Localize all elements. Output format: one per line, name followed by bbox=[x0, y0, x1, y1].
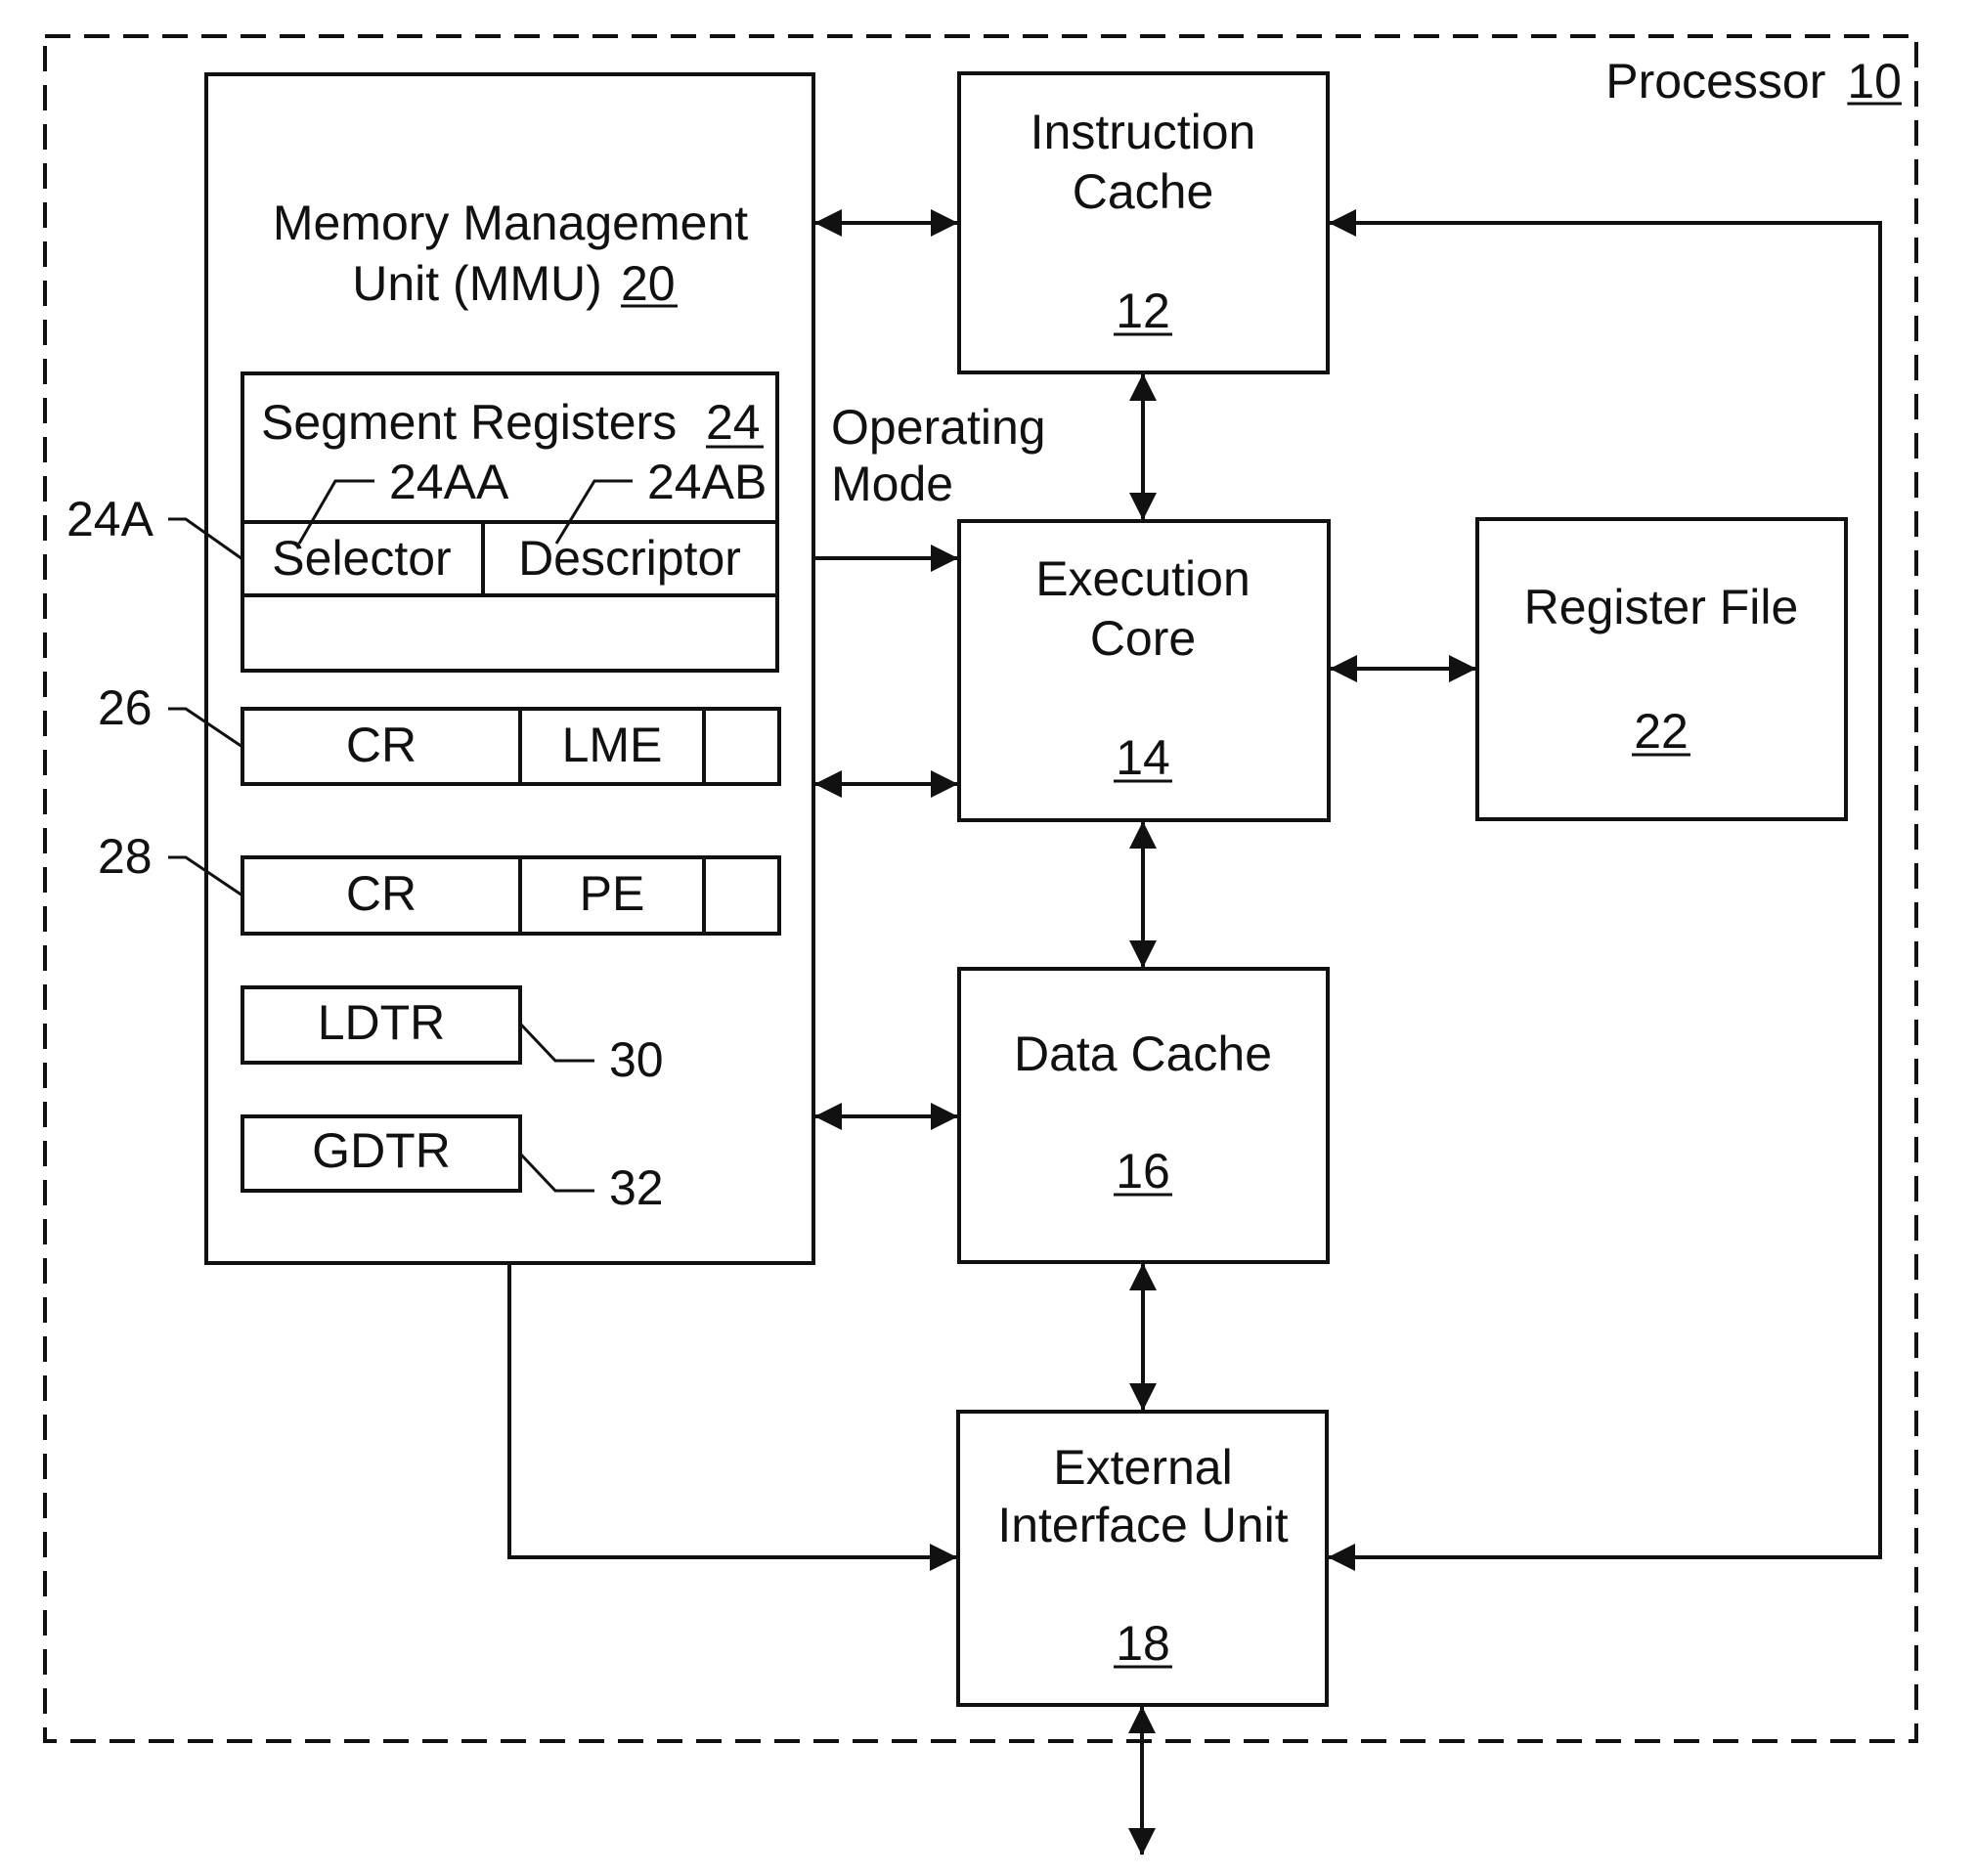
eiu-icache-feedback-connector bbox=[1328, 209, 1882, 1571]
external-interface-unit-line1: External bbox=[1053, 1440, 1232, 1495]
cr-lme-ref: 26 bbox=[98, 680, 153, 735]
selector-ref: 24AA bbox=[389, 455, 509, 509]
processor-label: Processor 10 bbox=[1605, 54, 1902, 109]
data-cache-ref: 16 bbox=[1116, 1144, 1170, 1199]
cr-lme-field-lme: LME bbox=[562, 718, 663, 772]
ldtr-label: LDTR bbox=[318, 995, 446, 1050]
gdtr-ref: 32 bbox=[609, 1160, 664, 1215]
cr-lme-box[interactable] bbox=[241, 707, 781, 786]
gdtr-label: GDTR bbox=[312, 1123, 451, 1178]
external-interface-unit-block[interactable]: External Interface Unit 18 bbox=[956, 1410, 1329, 1707]
register-file-line1: Register File bbox=[1524, 580, 1799, 634]
descriptor-ref: 24AB bbox=[647, 455, 767, 509]
register-file-box[interactable] bbox=[1475, 517, 1848, 821]
segment-registers-label: Segment Registers bbox=[261, 395, 677, 450]
mmu-eiu-connector bbox=[507, 1265, 957, 1571]
selector-field[interactable]: Selector bbox=[272, 531, 451, 586]
instruction-cache-line2: Cache bbox=[1073, 164, 1214, 219]
operating-mode-label-line1: Operating bbox=[831, 400, 1046, 455]
cr-pe-ref: 28 bbox=[98, 829, 153, 884]
mmu-ref: 20 bbox=[621, 256, 676, 311]
processor-block-diagram: Processor 10 Memory Management Unit (MMU)… bbox=[43, 34, 1918, 1855]
data-cache-box[interactable] bbox=[957, 967, 1330, 1264]
cr-lme-field-cr: CR bbox=[346, 718, 417, 772]
external-interface-unit-line2: Interface Unit bbox=[997, 1498, 1288, 1552]
ldtr-ref: 30 bbox=[609, 1032, 664, 1087]
cr-pe-field-cr: CR bbox=[346, 866, 417, 921]
external-interface-unit-ref: 18 bbox=[1116, 1616, 1170, 1671]
descriptor-field[interactable]: Descriptor bbox=[518, 531, 741, 586]
mmu-title-line1: Memory Management bbox=[273, 196, 748, 250]
instruction-cache-block[interactable]: Instruction Cache 12 bbox=[957, 71, 1330, 374]
operating-mode-label-line2: Mode bbox=[831, 457, 953, 511]
instruction-cache-line1: Instruction bbox=[1031, 105, 1256, 159]
segment-entry-ref: 24A bbox=[66, 492, 154, 546]
instruction-cache-ref: 12 bbox=[1116, 284, 1170, 338]
data-cache-line1: Data Cache bbox=[1014, 1026, 1272, 1081]
execution-core-line2: Core bbox=[1090, 611, 1196, 666]
cr-pe-box[interactable] bbox=[241, 855, 781, 936]
execution-core-ref: 14 bbox=[1116, 730, 1170, 785]
segment-registers-ref: 24 bbox=[706, 395, 761, 450]
register-file-ref: 22 bbox=[1634, 704, 1689, 759]
register-file-block[interactable]: Register File 22 bbox=[1475, 517, 1848, 821]
mmu-title-line2: Unit (MMU) bbox=[352, 256, 602, 311]
execution-core-line1: Execution bbox=[1035, 551, 1250, 606]
execution-core-block[interactable]: Execution Core 14 bbox=[957, 519, 1331, 822]
segment-registers[interactable]: Segment Registers 24 Selector Descriptor… bbox=[66, 371, 779, 673]
processor-ref: 10 bbox=[1847, 54, 1902, 109]
data-cache-block[interactable]: Data Cache 16 bbox=[957, 967, 1330, 1264]
cr-pe-field-pe: PE bbox=[580, 866, 645, 921]
